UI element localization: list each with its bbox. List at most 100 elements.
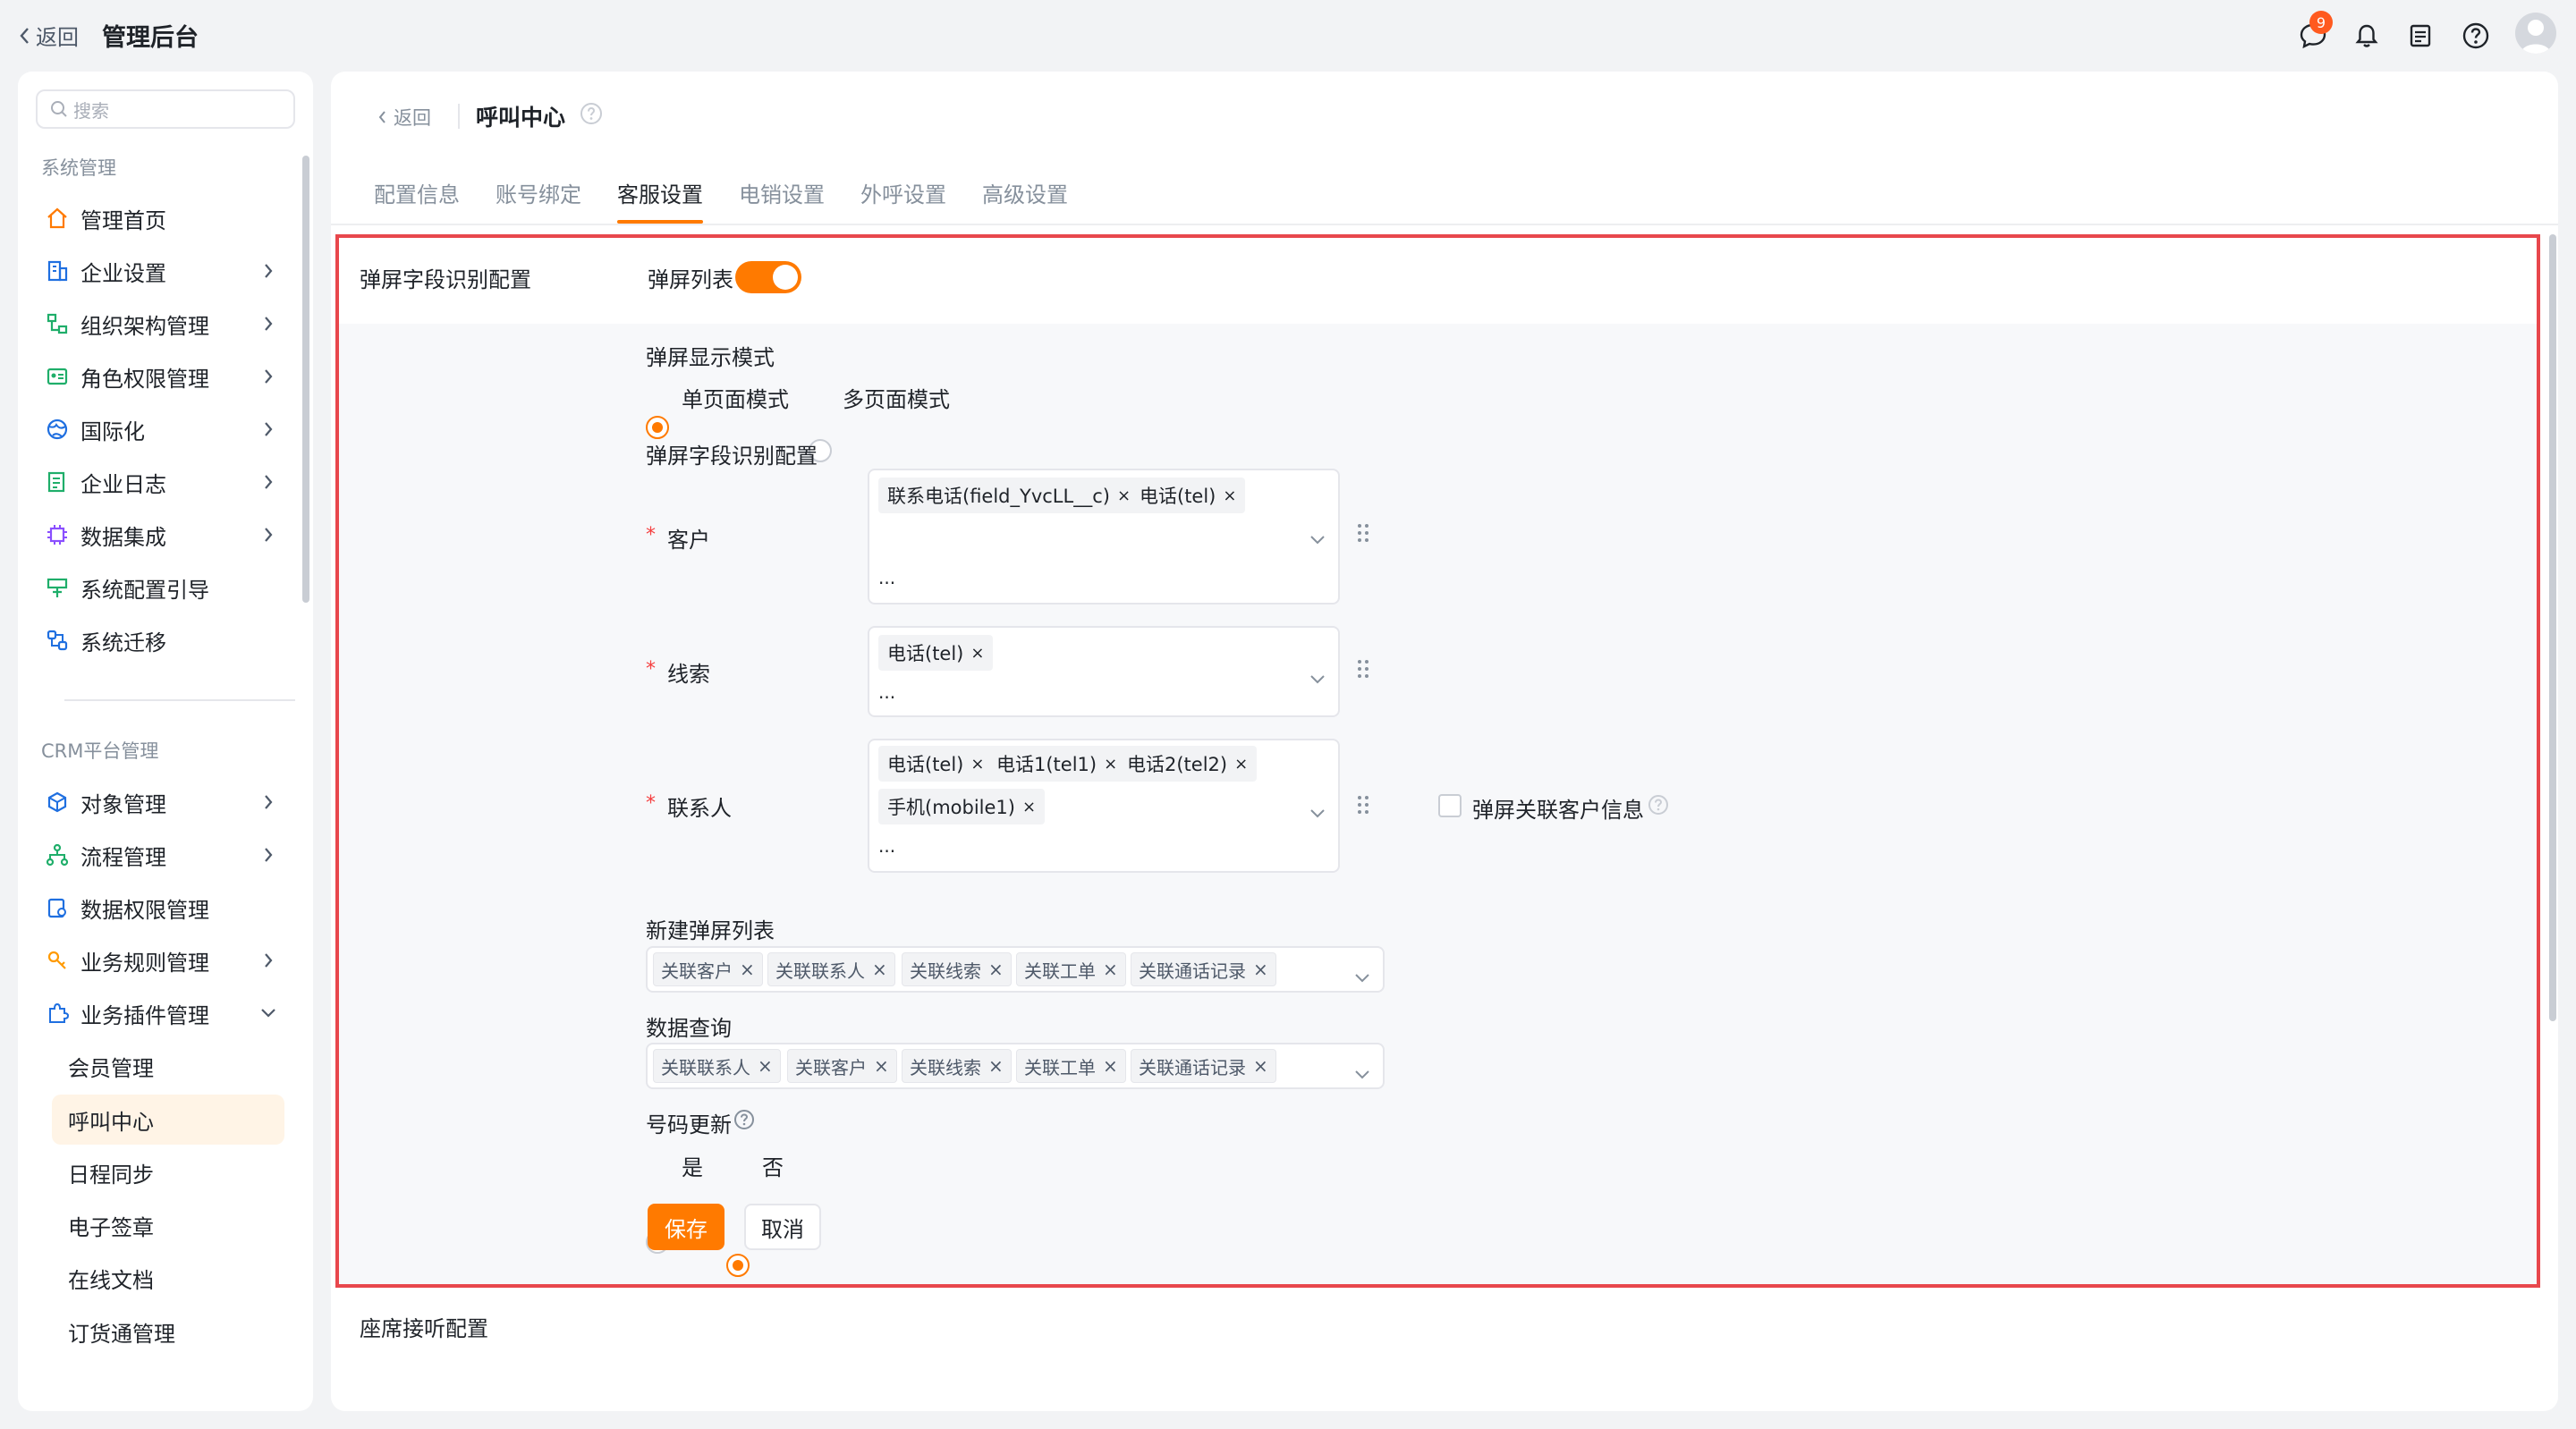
required-mark: * xyxy=(646,524,656,546)
tag-close-icon[interactable]: × xyxy=(1253,1055,1268,1077)
tag-close-icon[interactable]: × xyxy=(740,959,755,980)
tag: 关联通话记录 × xyxy=(1131,1049,1276,1083)
tab-config-info[interactable]: 配置信息 xyxy=(356,177,478,222)
drag-handle-icon[interactable] xyxy=(1356,658,1370,685)
popup-list-label: 弹屏列表 xyxy=(648,267,733,292)
home-icon xyxy=(45,206,70,231)
link-customer-help-icon[interactable] xyxy=(1648,794,1669,821)
avatar[interactable] xyxy=(2515,13,2556,54)
document-icon[interactable] xyxy=(2402,18,2438,54)
tag-close-icon[interactable]: × xyxy=(1253,959,1268,980)
tab-customer-service[interactable]: 客服设置 xyxy=(599,177,721,224)
popup-list-toggle[interactable] xyxy=(735,261,801,293)
number-update-label: 号码更新 xyxy=(646,1112,732,1137)
more-indicator: ... xyxy=(878,567,896,588)
sidebar-item-object[interactable]: 对象管理 xyxy=(39,777,286,827)
bell-icon[interactable] xyxy=(2349,18,2385,54)
search-input[interactable]: 搜索 xyxy=(36,89,295,129)
tag-close-icon[interactable]: × xyxy=(970,644,984,663)
tag: 手机(mobile1) × xyxy=(878,789,1046,824)
sidebar-item-company-settings[interactable]: 企业设置 xyxy=(39,246,286,296)
tag: 关联线索 × xyxy=(902,952,1012,986)
tag: 关联联系人 × xyxy=(767,952,895,986)
lead-label: 线索 xyxy=(667,662,710,687)
contact-field-select[interactable]: 电话(tel) × 电话1(tel1) × 电话2(tel2) × 手机(mobile… xyxy=(868,739,1340,873)
tag-close-icon[interactable]: × xyxy=(1104,755,1117,774)
back-button[interactable]: 返回 xyxy=(18,20,79,51)
chevron-right-icon xyxy=(258,368,279,385)
new-list-label: 新建弹屏列表 xyxy=(646,918,775,943)
log-icon xyxy=(45,469,70,495)
flow-icon xyxy=(45,842,70,867)
link-customer-checkbox[interactable] xyxy=(1438,794,1462,817)
sidebar-subitem-online-doc[interactable]: 在线文档 xyxy=(52,1253,284,1303)
new-list-select[interactable]: 关联客户 × 关联联系人 × 关联线索 × 关联工单 × 关联通话记录 × xyxy=(646,946,1385,993)
customer-label: 客户 xyxy=(667,528,710,553)
tag-close-icon[interactable]: × xyxy=(874,1055,889,1077)
save-button[interactable]: 保存 xyxy=(648,1204,724,1250)
tag-close-icon[interactable]: × xyxy=(1022,798,1036,816)
help-icon[interactable] xyxy=(2458,18,2494,54)
sidebar-item-data-integration[interactable]: 数据集成 xyxy=(39,510,286,560)
update-no-radio[interactable] xyxy=(726,1254,750,1277)
lead-field-select[interactable]: 电话(tel) × ... xyxy=(868,626,1340,717)
globe-icon xyxy=(45,417,70,442)
tag-close-icon[interactable]: × xyxy=(988,1055,1004,1077)
main-scrollbar[interactable] xyxy=(2549,234,2556,1021)
drag-handle-icon[interactable] xyxy=(1356,522,1370,549)
sidebar-item-guide[interactable]: 系统配置引导 xyxy=(39,562,286,613)
sidebar-item-plugin[interactable]: 业务插件管理 xyxy=(39,988,286,1038)
data-permission-icon xyxy=(45,895,70,920)
customer-field-select[interactable]: 联系电话(field_YvcLL__c) × 电话(tel) × ... xyxy=(868,469,1340,605)
sidebar-subitem-order[interactable]: 订货通管理 xyxy=(52,1306,284,1357)
single-page-radio[interactable] xyxy=(646,416,669,439)
group-title-crm: CRM平台管理 xyxy=(41,740,159,762)
tag: 关联工单 × xyxy=(1016,1049,1126,1083)
sidebar-item-home[interactable]: 管理首页 xyxy=(39,193,286,243)
tag-close-icon[interactable]: × xyxy=(1103,959,1118,980)
tag-close-icon[interactable]: × xyxy=(970,755,984,774)
object-icon xyxy=(45,790,70,815)
tag-close-icon[interactable]: × xyxy=(988,959,1004,980)
number-update-help-icon[interactable] xyxy=(733,1109,755,1136)
tab-account-binding[interactable]: 账号绑定 xyxy=(478,177,599,222)
sidebar-item-role[interactable]: 角色权限管理 xyxy=(39,351,286,402)
drag-handle-icon[interactable] xyxy=(1356,794,1370,821)
cancel-button[interactable]: 取消 xyxy=(744,1204,821,1250)
app-title: 管理后台 xyxy=(102,24,199,52)
display-mode-label: 弹屏显示模式 xyxy=(646,345,775,370)
sidebar-subitem-member[interactable]: 会员管理 xyxy=(52,1041,284,1091)
tab-advanced[interactable]: 高级设置 xyxy=(964,177,1086,222)
data-query-select[interactable]: 关联联系人 × 关联客户 × 关联线索 × 关联工单 × 关联通话记录 × xyxy=(646,1043,1385,1089)
top-bar xyxy=(0,0,2576,72)
plugin-icon xyxy=(45,1001,70,1026)
search-icon xyxy=(51,101,67,117)
sidebar-item-migration[interactable]: 系统迁移 xyxy=(39,615,286,665)
tab-telesales[interactable]: 电销设置 xyxy=(721,177,843,222)
tag-close-icon[interactable]: × xyxy=(1117,486,1131,505)
tag-close-icon[interactable]: × xyxy=(872,959,887,980)
tag-close-icon[interactable]: × xyxy=(758,1055,773,1077)
tab-outbound[interactable]: 外呼设置 xyxy=(843,177,964,222)
sidebar-subitem-call-center[interactable]: 呼叫中心 xyxy=(52,1095,284,1145)
tag-close-icon[interactable]: × xyxy=(1103,1055,1118,1077)
sidebar-subitem-esign[interactable]: 电子签章 xyxy=(52,1200,284,1250)
sidebar-item-flow[interactable]: 流程管理 xyxy=(39,830,286,880)
sidebar-item-i18n[interactable]: 国际化 xyxy=(39,404,286,454)
sidebar-item-rule[interactable]: 业务规则管理 xyxy=(39,935,286,985)
chevron-left-icon xyxy=(378,111,386,123)
rule-icon xyxy=(45,948,70,973)
sidebar-item-org[interactable]: 组织架构管理 xyxy=(39,299,286,349)
sidebar-subitem-schedule-sync[interactable]: 日程同步 xyxy=(52,1147,284,1197)
header-back-button[interactable]: 返回 xyxy=(377,104,431,131)
sidebar-item-log[interactable]: 企业日志 xyxy=(39,457,286,507)
sidebar-item-data-permission[interactable]: 数据权限管理 xyxy=(39,883,286,933)
tag-close-icon[interactable]: × xyxy=(1223,486,1236,505)
group-title-system: 系统管理 xyxy=(41,157,116,179)
tag-close-icon[interactable]: × xyxy=(1234,755,1248,774)
sidebar-scrollbar[interactable] xyxy=(302,156,309,603)
page-title: 呼叫中心 xyxy=(476,105,566,131)
tag: 关联联系人 × xyxy=(653,1049,781,1083)
title-help-icon[interactable] xyxy=(580,102,603,131)
org-icon xyxy=(45,311,70,336)
